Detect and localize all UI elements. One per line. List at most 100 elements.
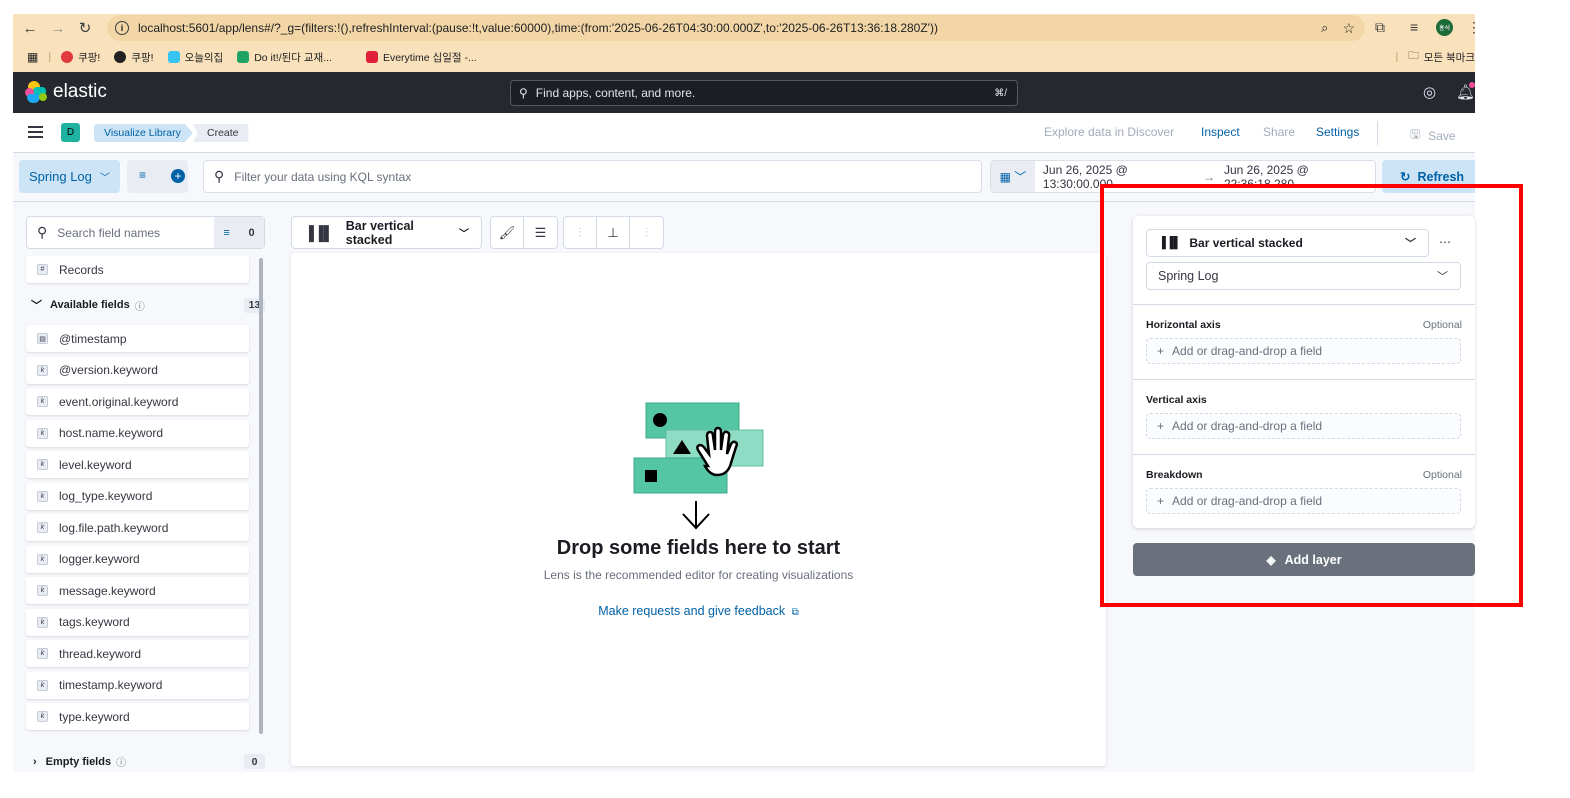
- field-item[interactable]: k level.keyword: [26, 451, 249, 478]
- space-avatar[interactable]: D: [61, 123, 80, 142]
- field-item[interactable]: ▤ @timestamp: [26, 325, 249, 352]
- vertical-axis-label: Vertical axis: [1146, 394, 1207, 406]
- field-list-scrollbar[interactable]: [259, 258, 263, 734]
- keyword-type-icon: k: [37, 553, 48, 565]
- add-filter-icon[interactable]: +: [171, 169, 185, 183]
- keyword-type-icon: k: [37, 427, 48, 439]
- bookmark-item[interactable]: 쿠팡!: [114, 50, 154, 65]
- feedback-link[interactable]: Make requests and give feedback ⧉: [291, 604, 1106, 618]
- elastic-logo[interactable]: elastic: [25, 81, 107, 103]
- workspace-panel[interactable]: Drop some fields here to start Lens is t…: [291, 253, 1106, 766]
- field-item[interactable]: k type.keyword: [26, 703, 249, 730]
- field-search-input[interactable]: ⚲ Search field names ≡ 0: [26, 216, 265, 249]
- layer-dataview-select[interactable]: Spring Log ﹀: [1146, 262, 1461, 290]
- field-item[interactable]: k message.keyword: [26, 577, 249, 604]
- keyword-type-icon: k: [37, 711, 48, 722]
- extensions-icon[interactable]: ⧉: [1375, 19, 1385, 36]
- all-bookmarks[interactable]: | 🗀 모든 북마크: [1396, 48, 1475, 66]
- axis-toolbar: ⫶ ⊥ ⫶: [563, 216, 664, 249]
- browser-menu-icon[interactable]: ⋮: [1467, 19, 1481, 36]
- back-icon[interactable]: ←: [17, 14, 43, 42]
- field-item[interactable]: k logger.keyword: [26, 545, 249, 573]
- legend-icon[interactable]: ☰: [524, 217, 557, 248]
- apps-grid-icon[interactable]: ▦: [27, 50, 38, 64]
- drop-illustration-icon: [633, 402, 764, 530]
- add-layer-button[interactable]: ◈ Add layer: [1133, 543, 1475, 576]
- settings-link[interactable]: Settings: [1316, 125, 1359, 139]
- share-link[interactable]: Share: [1263, 125, 1295, 139]
- search-icon: ⚲: [37, 224, 48, 240]
- bookmark-favicon-icon: [114, 51, 127, 63]
- keyword-type-icon: k: [37, 490, 48, 502]
- breadcrumb-create: Create: [193, 124, 249, 142]
- dataview-picker[interactable]: Spring Log ﹀: [19, 160, 120, 193]
- date-start[interactable]: Jun 26, 2025 @ 13:30:00.000: [1043, 163, 1194, 191]
- field-name: event.original.keyword: [59, 394, 179, 409]
- bookmark-item[interactable]: 오늘의집: [167, 50, 223, 65]
- keyword-type-icon: k: [37, 679, 48, 691]
- app-bar: D Visualize Library Create Explore data …: [13, 113, 1475, 153]
- chart-type-switcher[interactable]: ▐▐▌ Bar vertical stacked ﹀: [291, 216, 482, 249]
- filter-icon: ≡: [223, 226, 230, 239]
- layer-chart-type-select[interactable]: ▐▐▌ Bar vertical stacked ﹀: [1146, 229, 1429, 257]
- field-item[interactable]: k tags.keyword: [26, 608, 249, 636]
- field-item[interactable]: k host.name.keyword: [26, 419, 249, 447]
- date-end[interactable]: Jun 26, 2025 @ 22:36:18.280: [1224, 163, 1375, 191]
- vertical-axis-dropzone[interactable]: + Add or drag-and-drop a field: [1146, 413, 1461, 439]
- field-item[interactable]: k @version.keyword: [26, 356, 249, 384]
- bookmark-item[interactable]: Do it!/된다 교재...: [237, 50, 332, 65]
- filter-icon[interactable]: ≡: [139, 168, 146, 182]
- empty-fields-header[interactable]: › Empty fields ⓘ 0: [26, 754, 265, 769]
- layer-actions-icon[interactable]: ⋯: [1439, 235, 1451, 249]
- menu-icon[interactable]: [28, 126, 43, 141]
- bookmark-star-icon[interactable]: ☆: [1342, 20, 1355, 37]
- elastic-logo-icon: [25, 81, 47, 103]
- available-fields-header[interactable]: ﹀ Available fields ⓘ 13: [26, 297, 265, 313]
- field-item[interactable]: k event.original.keyword: [26, 388, 249, 415]
- right-axis-icon[interactable]: ⫶: [630, 217, 663, 248]
- calendar-icon[interactable]: ▦ ﹀: [991, 161, 1035, 192]
- horizontal-axis-label: Horizontal axis: [1146, 319, 1221, 331]
- bookmark-item[interactable]: Everytime 십일절 -...: [365, 50, 477, 65]
- browser-chrome: ← → ↻ i localhost:5601/app/lens#/?_g=(fi…: [13, 14, 1481, 72]
- field-item[interactable]: k thread.keyword: [26, 640, 249, 667]
- optional-label: Optional: [1422, 319, 1462, 331]
- zoom-icon[interactable]: ⌕: [1321, 20, 1328, 36]
- field-name: level.keyword: [59, 457, 132, 472]
- left-axis-icon[interactable]: ⫶: [564, 217, 597, 248]
- shortcut-hint: ⌘/: [994, 87, 1007, 99]
- help-icon[interactable]: ◎: [1423, 83, 1436, 101]
- divider: [1133, 454, 1475, 455]
- forward-icon[interactable]: →: [45, 14, 71, 42]
- bookmark-item[interactable]: 쿠팡!: [61, 50, 100, 65]
- records-field[interactable]: # Records: [26, 256, 249, 283]
- horizontal-axis-dropzone[interactable]: + Add or drag-and-drop a field: [1146, 338, 1461, 364]
- save-icon: 🖫: [1410, 127, 1421, 141]
- date-picker[interactable]: ▦ ﹀ Jun 26, 2025 @ 13:30:00.000 → Jun 26…: [990, 160, 1376, 193]
- info-icon: ⓘ: [116, 758, 127, 769]
- save-button[interactable]: 🖫 Save: [1410, 125, 1456, 146]
- breadcrumb-visualize-library[interactable]: Visualize Library: [94, 124, 193, 142]
- inspect-link[interactable]: Inspect: [1201, 125, 1240, 139]
- reading-list-icon[interactable]: ≡: [1410, 19, 1418, 35]
- field-item[interactable]: k log_type.keyword: [26, 482, 249, 510]
- paintbrush-icon[interactable]: 🖌︎: [491, 217, 524, 248]
- bottom-axis-icon[interactable]: ⊥: [597, 217, 630, 248]
- kql-query-input[interactable]: ⚲ Filter your data using KQL syntax: [203, 160, 982, 193]
- explore-in-discover-link[interactable]: Explore data in Discover: [1044, 125, 1174, 139]
- profile-avatar[interactable]: 홍석: [1436, 19, 1453, 36]
- empty-count-badge: 0: [244, 754, 265, 769]
- field-name: tags.keyword: [59, 615, 130, 629]
- address-bar[interactable]: i localhost:5601/app/lens#/?_g=(filters:…: [107, 15, 1365, 41]
- field-item[interactable]: k timestamp.keyword: [26, 671, 249, 699]
- optional-label: Optional: [1422, 469, 1462, 481]
- url-text: localhost:5601/app/lens#/?_g=(filters:!(…: [138, 21, 938, 35]
- reload-icon[interactable]: ↻: [72, 14, 98, 42]
- keyword-type-icon: k: [37, 396, 48, 407]
- global-search-input[interactable]: ⚲ Find apps, content, and more. ⌘/: [510, 80, 1018, 106]
- refresh-button[interactable]: ↻ Refresh: [1382, 160, 1475, 193]
- site-info-icon[interactable]: i: [115, 21, 129, 35]
- field-item[interactable]: k log.file.path.keyword: [26, 514, 249, 541]
- breakdown-dropzone[interactable]: + Add or drag-and-drop a field: [1146, 488, 1461, 514]
- field-filter-button[interactable]: ≡ 0: [214, 217, 264, 248]
